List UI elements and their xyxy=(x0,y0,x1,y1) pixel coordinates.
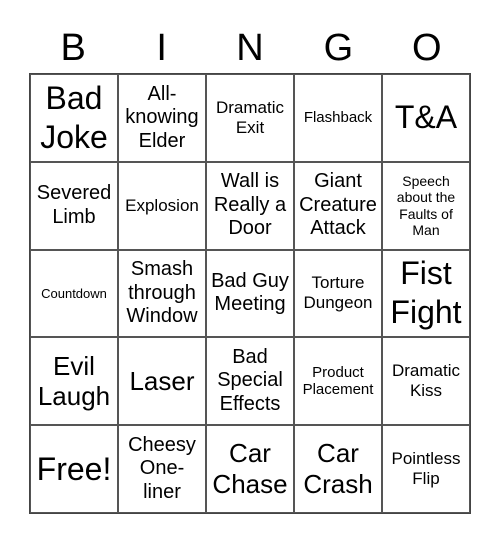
bingo-cell[interactable]: Laser xyxy=(118,337,206,426)
bingo-cell[interactable]: Dramatic Exit xyxy=(206,74,294,162)
bingo-cell-text: Giant Creature Attack xyxy=(299,170,377,240)
bingo-cell-text: Car Crash xyxy=(303,438,373,500)
bingo-header: B I N G O xyxy=(29,26,471,70)
bingo-cell[interactable]: Severed Limb xyxy=(30,161,118,250)
bingo-cell[interactable]: Cheesy One-liner xyxy=(118,425,206,513)
bingo-cell[interactable]: Fist Fight xyxy=(382,249,470,338)
header-letter-n: N xyxy=(236,27,264,69)
header-letter-b: B xyxy=(60,27,86,69)
bingo-cell-text: All-knowing Elder xyxy=(125,82,199,152)
bingo-cell-text: Wall is Really a Door xyxy=(213,170,287,240)
header-letter-o: O xyxy=(412,27,442,69)
bingo-cell-text: Dramatic Kiss xyxy=(391,361,460,401)
bingo-cell-text: Car Chase xyxy=(212,438,288,500)
bingo-cell[interactable]: T&A xyxy=(382,74,470,162)
bingo-cell-text: Flashback xyxy=(303,109,373,127)
bingo-grid: Bad Joke All-knowing Elder Dramatic Exit Fl… xyxy=(29,73,471,514)
bingo-cell[interactable]: Car Crash xyxy=(294,425,382,513)
bingo-cell-text: Pointless Flip xyxy=(391,449,461,489)
bingo-cell-text: Dramatic Exit xyxy=(215,97,284,137)
bingo-cell-text: Countdown xyxy=(41,285,107,301)
bingo-cell[interactable]: Torture Dungeon xyxy=(294,249,382,338)
bingo-cell[interactable]: Bad Guy Meeting xyxy=(206,249,294,338)
bingo-cell[interactable]: All-knowing Elder xyxy=(118,74,206,162)
bingo-cell[interactable]: Free! xyxy=(30,425,118,513)
header-letter-i: I xyxy=(156,27,167,69)
bingo-cell-text: Free! xyxy=(36,450,112,487)
bingo-cell-text: Severed Limb xyxy=(36,182,112,228)
bingo-cell-text: Evil Laugh xyxy=(37,350,111,412)
bingo-cell-text: Torture Dungeon xyxy=(303,273,373,313)
bingo-cell-text: Laser xyxy=(129,365,195,396)
bingo-cell[interactable]: Product Placement xyxy=(294,337,382,426)
bingo-cell-text: Explosion xyxy=(125,195,199,215)
bingo-cell-text: Speech about the Faults of Man xyxy=(396,172,456,239)
bingo-cell[interactable]: Explosion xyxy=(118,161,206,250)
bingo-cell[interactable]: Car Chase xyxy=(206,425,294,513)
bingo-cell[interactable]: Flashback xyxy=(294,74,382,162)
bingo-cell[interactable]: Bad Special Effects xyxy=(206,337,294,426)
bingo-cell[interactable]: Dramatic Kiss xyxy=(382,337,470,426)
bingo-cell-text: T&A xyxy=(394,99,458,136)
bingo-cell-text: Bad Joke xyxy=(40,79,108,155)
bingo-cell-text: Bad Special Effects xyxy=(217,345,283,416)
bingo-cell[interactable]: Smash through Window xyxy=(118,249,206,338)
bingo-cell-text: Smash through Window xyxy=(126,258,198,328)
bingo-cell[interactable]: Bad Joke xyxy=(30,74,118,162)
bingo-cell[interactable]: Wall is Really a Door xyxy=(206,161,294,250)
bingo-cell-text: Fist Fight xyxy=(390,255,462,331)
bingo-cell[interactable]: Evil Laugh xyxy=(30,337,118,426)
bingo-cell[interactable]: Pointless Flip xyxy=(382,425,470,513)
bingo-cell-text: Product Placement xyxy=(302,363,374,399)
bingo-cell[interactable]: Countdown xyxy=(30,249,118,338)
header-letter-g: G xyxy=(323,27,354,69)
bingo-cell-text: Cheesy One-liner xyxy=(128,433,196,503)
bingo-cell[interactable]: Speech about the Faults of Man xyxy=(382,161,470,250)
bingo-cell-text: Bad Guy Meeting xyxy=(211,269,289,316)
bingo-cell[interactable]: Giant Creature Attack xyxy=(294,161,382,250)
